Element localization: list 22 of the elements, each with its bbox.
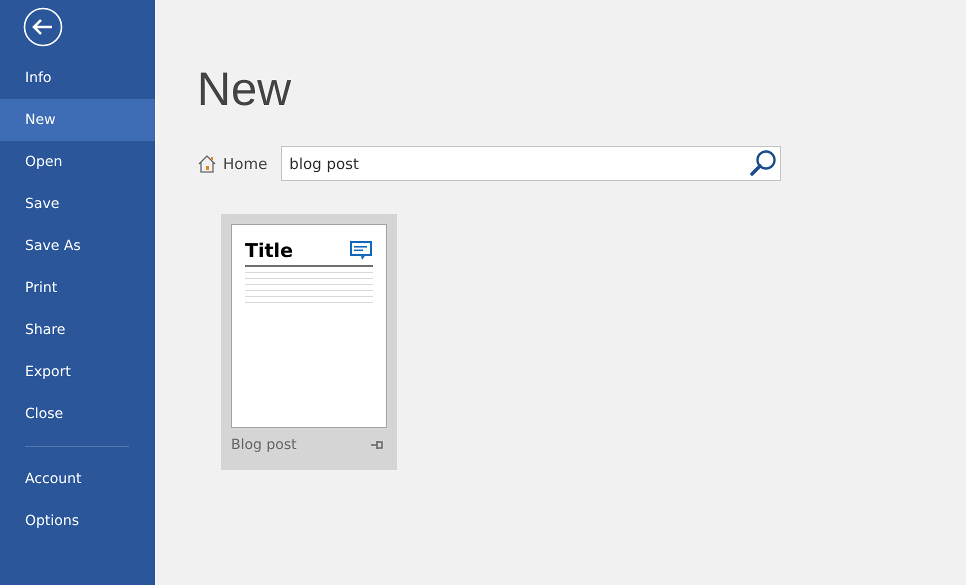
pin-icon[interactable] (371, 440, 383, 450)
sidebar-item[interactable]: Open (0, 141, 155, 183)
sidebar-item[interactable]: Save (0, 183, 155, 225)
sidebar-item[interactable]: Export (0, 351, 155, 393)
sidebar-item[interactable]: Print (0, 267, 155, 309)
house-icon (197, 154, 217, 174)
sidebar-item[interactable]: Info (0, 57, 155, 99)
sidebar-item[interactable]: New (0, 99, 155, 141)
sidebar-item[interactable]: Options (0, 500, 155, 542)
sidebar-item[interactable]: Save As (0, 225, 155, 267)
search-field[interactable]: blog post (281, 146, 782, 181)
home-link[interactable]: Home (197, 154, 268, 174)
preview-title: Title (245, 240, 293, 262)
sidebar-item[interactable]: Close (0, 393, 155, 435)
template-card[interactable]: Title Blog post (221, 214, 397, 470)
template-name: Blog post (231, 437, 297, 453)
back-icon[interactable] (23, 7, 63, 47)
sidebar-item[interactable]: Share (0, 309, 155, 351)
page-title: New (197, 62, 292, 116)
search-icon[interactable] (748, 148, 778, 178)
comment-icon (349, 240, 373, 262)
sidebar-item[interactable]: Account (0, 458, 155, 500)
